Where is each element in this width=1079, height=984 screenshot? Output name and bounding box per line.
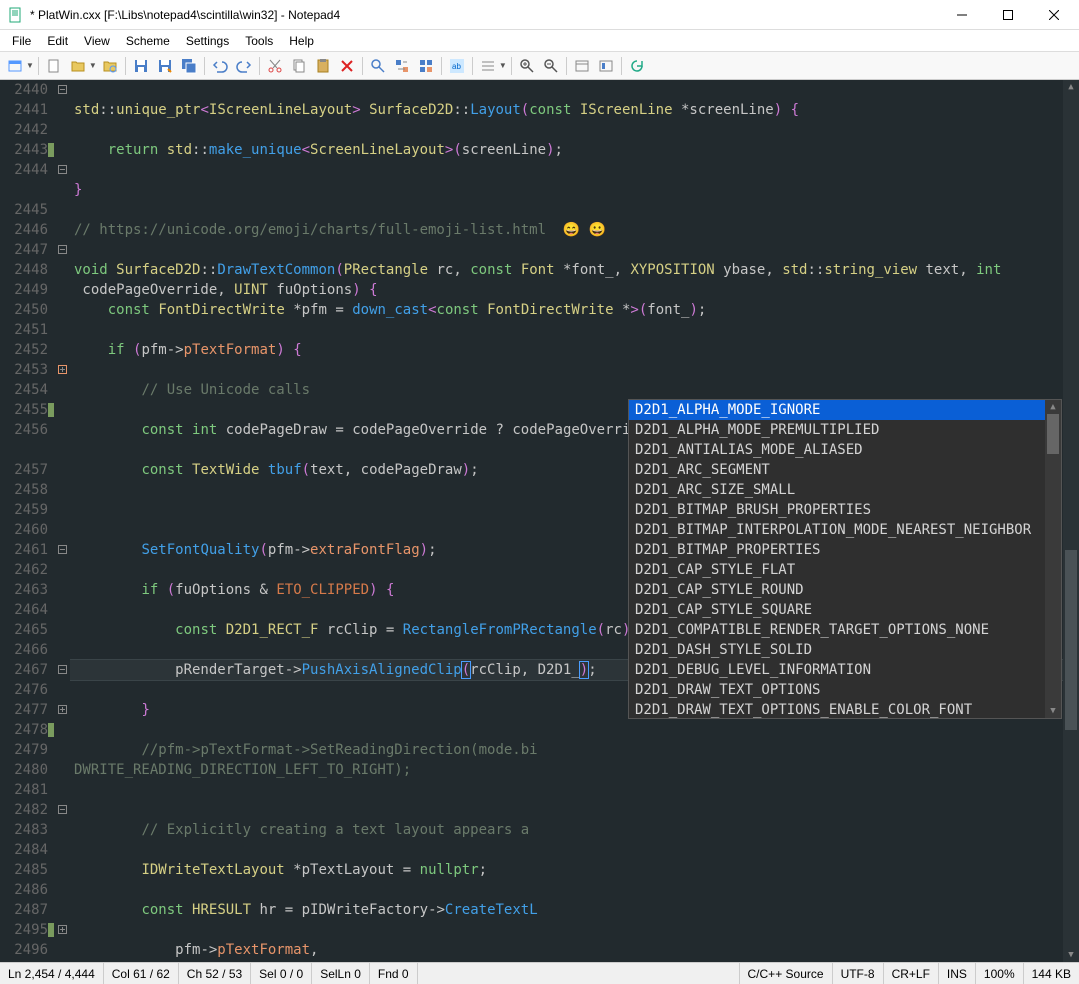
dropdown-icon[interactable]: ▼: [26, 61, 34, 70]
find-in-files-button[interactable]: [415, 55, 437, 77]
vertical-scrollbar[interactable]: ▲ ▼: [1063, 80, 1079, 962]
new-file-button[interactable]: [43, 55, 65, 77]
open-button[interactable]: [67, 55, 89, 77]
menu-view[interactable]: View: [76, 32, 118, 50]
settings-button[interactable]: [595, 55, 617, 77]
autocomplete-list[interactable]: D2D1_ALPHA_MODE_IGNORED2D1_ALPHA_MODE_PR…: [629, 400, 1045, 718]
close-button[interactable]: [1031, 0, 1077, 30]
svg-text:ab: ab: [452, 62, 461, 71]
redo-button[interactable]: [233, 55, 255, 77]
titlebar: * PlatWin.cxx [F:\Libs\notepad4\scintill…: [0, 0, 1079, 30]
paste-button[interactable]: [312, 55, 334, 77]
save-button[interactable]: [130, 55, 152, 77]
status-zoom[interactable]: 100%: [976, 963, 1024, 984]
scroll-up-icon[interactable]: ▲: [1045, 400, 1061, 414]
status-insert-mode[interactable]: INS: [939, 963, 976, 984]
scroll-thumb[interactable]: [1047, 414, 1059, 454]
scroll-down-icon[interactable]: ▼: [1063, 948, 1079, 962]
autocomplete-item[interactable]: D2D1_ANTIALIAS_MODE_ALIASED: [629, 440, 1045, 460]
word-wrap-button[interactable]: ab: [446, 55, 468, 77]
scroll-up-icon[interactable]: ▲: [1063, 80, 1079, 94]
minimize-button[interactable]: [939, 0, 985, 30]
status-line[interactable]: Ln 2,454 / 4,444: [0, 963, 104, 984]
refresh-button[interactable]: [626, 55, 648, 77]
cut-button[interactable]: [264, 55, 286, 77]
status-eol[interactable]: CR+LF: [884, 963, 939, 984]
menu-scheme[interactable]: Scheme: [118, 32, 178, 50]
code-area[interactable]: std::unique_ptr<IScreenLineLayout> Surfa…: [70, 80, 1063, 962]
scroll-thumb[interactable]: [1065, 550, 1077, 730]
autocomplete-item[interactable]: D2D1_ALPHA_MODE_PREMULTIPLIED: [629, 420, 1045, 440]
autocomplete-popup[interactable]: D2D1_ALPHA_MODE_IGNORED2D1_ALPHA_MODE_PR…: [628, 399, 1062, 719]
status-language[interactable]: C/C++ Source: [740, 963, 833, 984]
autocomplete-scrollbar[interactable]: ▲ ▼: [1045, 400, 1061, 718]
status-filesize: 144 KB: [1024, 963, 1079, 984]
autocomplete-item[interactable]: D2D1_BITMAP_INTERPOLATION_MODE_NEAREST_N…: [629, 520, 1045, 540]
autocomplete-item[interactable]: D2D1_ARC_SIZE_SMALL: [629, 480, 1045, 500]
zoom-in-button[interactable]: [516, 55, 538, 77]
code-editor[interactable]: 2440244124422443244424452446244724482449…: [0, 80, 1079, 962]
status-sel-lines[interactable]: SelLn 0: [312, 963, 370, 984]
save-copy-button[interactable]: [178, 55, 200, 77]
delete-button[interactable]: [336, 55, 358, 77]
window-title: * PlatWin.cxx [F:\Libs\notepad4\scintill…: [30, 8, 939, 22]
autocomplete-item[interactable]: D2D1_COMPATIBLE_RENDER_TARGET_OPTIONS_NO…: [629, 620, 1045, 640]
menu-help[interactable]: Help: [281, 32, 322, 50]
autocomplete-item[interactable]: D2D1_BITMAP_PROPERTIES: [629, 540, 1045, 560]
undo-button[interactable]: [209, 55, 231, 77]
copy-button[interactable]: [288, 55, 310, 77]
status-column[interactable]: Col 61 / 62: [104, 963, 179, 984]
dropdown-icon[interactable]: ▼: [89, 61, 97, 70]
new-window-button[interactable]: [4, 55, 26, 77]
autocomplete-item[interactable]: D2D1_ARC_SEGMENT: [629, 460, 1045, 480]
status-found[interactable]: Fnd 0: [370, 963, 418, 984]
autocomplete-item[interactable]: D2D1_ALPHA_MODE_IGNORE: [629, 400, 1045, 420]
app-icon: [8, 7, 24, 23]
autocomplete-item[interactable]: D2D1_CAP_STYLE_FLAT: [629, 560, 1045, 580]
autocomplete-item[interactable]: D2D1_DASH_STYLE_SOLID: [629, 640, 1045, 660]
maximize-button[interactable]: [985, 0, 1031, 30]
autocomplete-item[interactable]: D2D1_DRAW_TEXT_OPTIONS_ENABLE_COLOR_FONT: [629, 700, 1045, 718]
show-whitespace-button[interactable]: [477, 55, 499, 77]
menu-tools[interactable]: Tools: [237, 32, 281, 50]
status-encoding[interactable]: UTF-8: [833, 963, 884, 984]
scheme-button[interactable]: [571, 55, 593, 77]
browse-button[interactable]: [99, 55, 121, 77]
autocomplete-item[interactable]: D2D1_CAP_STYLE_ROUND: [629, 580, 1045, 600]
save-as-button[interactable]: [154, 55, 176, 77]
menubar: File Edit View Scheme Settings Tools Hel…: [0, 30, 1079, 52]
replace-button[interactable]: [391, 55, 413, 77]
autocomplete-item[interactable]: D2D1_CAP_STYLE_SQUARE: [629, 600, 1045, 620]
line-number-gutter: 2440244124422443244424452446244724482449…: [0, 80, 56, 962]
fold-column[interactable]: [56, 80, 70, 962]
autocomplete-item[interactable]: D2D1_DEBUG_LEVEL_INFORMATION: [629, 660, 1045, 680]
statusbar: Ln 2,454 / 4,444 Col 61 / 62 Ch 52 / 53 …: [0, 962, 1079, 984]
dropdown-icon[interactable]: ▼: [499, 61, 507, 70]
zoom-out-button[interactable]: [540, 55, 562, 77]
status-char[interactable]: Ch 52 / 53: [179, 963, 251, 984]
menu-edit[interactable]: Edit: [39, 32, 76, 50]
toolbar: ▼ ▼ ab ▼: [0, 52, 1079, 80]
scroll-down-icon[interactable]: ▼: [1045, 704, 1061, 718]
status-selection[interactable]: Sel 0 / 0: [251, 963, 312, 984]
menu-settings[interactable]: Settings: [178, 32, 237, 50]
find-button[interactable]: [367, 55, 389, 77]
menu-file[interactable]: File: [4, 32, 39, 50]
autocomplete-item[interactable]: D2D1_DRAW_TEXT_OPTIONS: [629, 680, 1045, 700]
autocomplete-item[interactable]: D2D1_BITMAP_BRUSH_PROPERTIES: [629, 500, 1045, 520]
